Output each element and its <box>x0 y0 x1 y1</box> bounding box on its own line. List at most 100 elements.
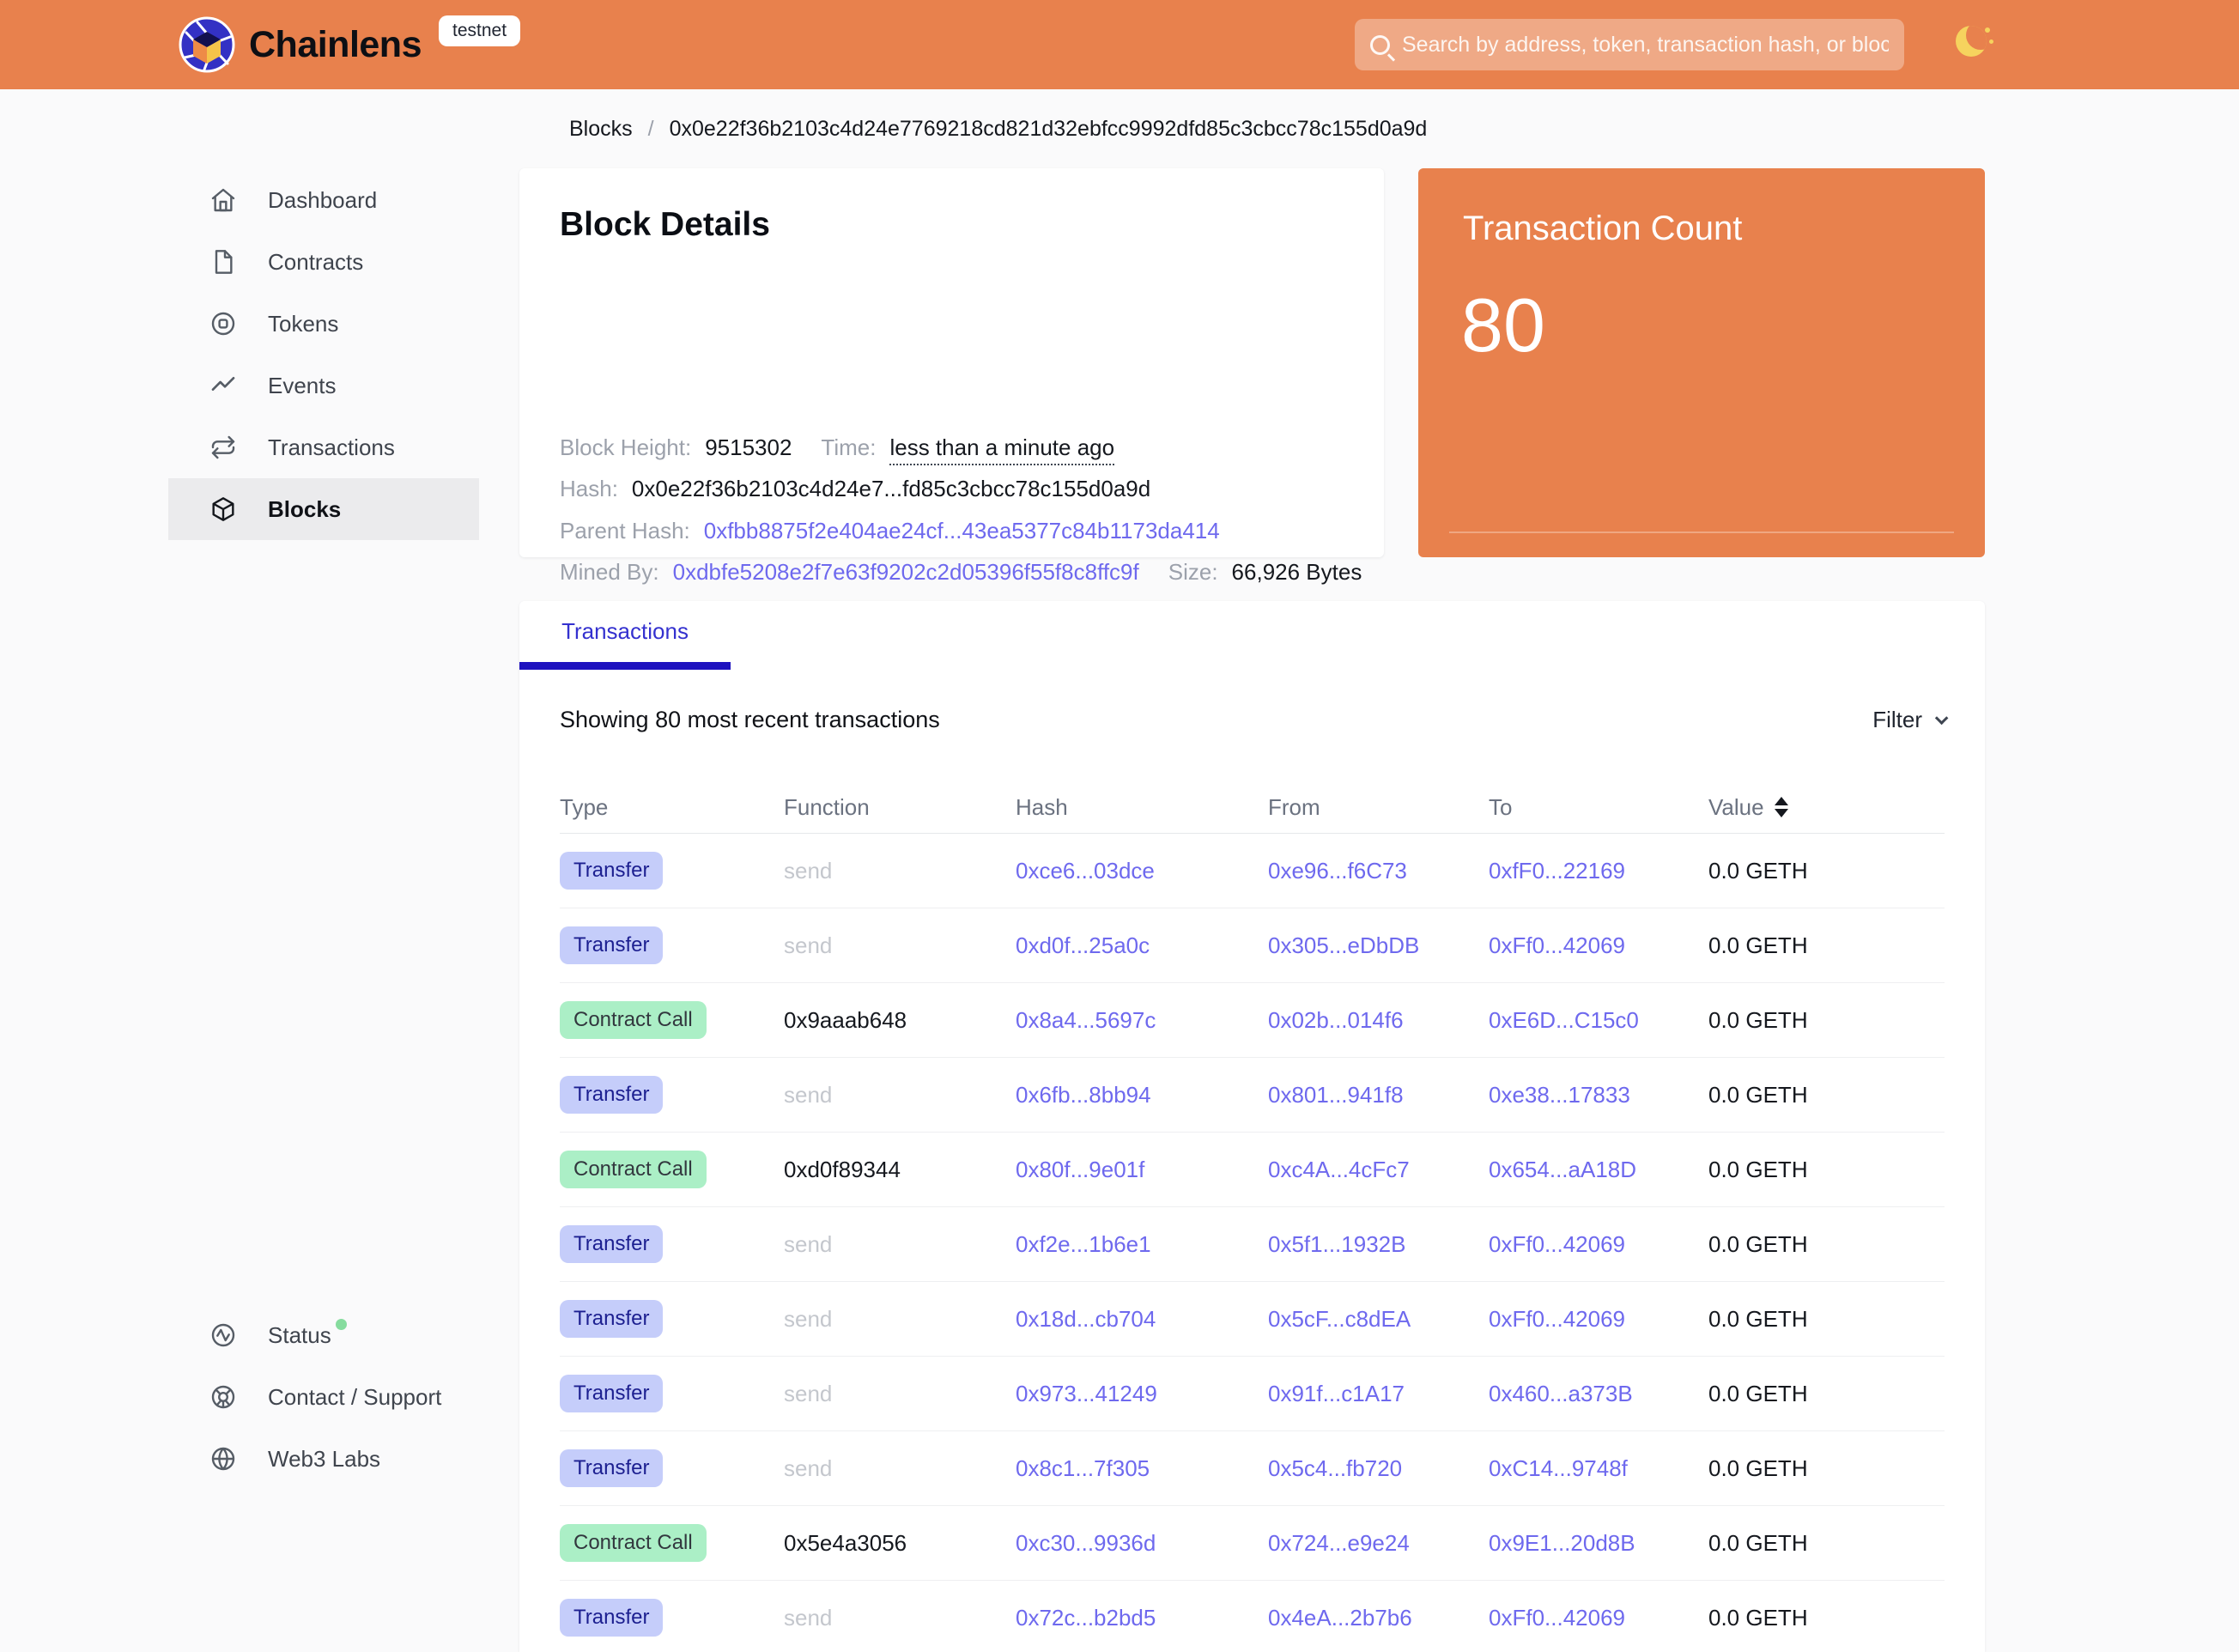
tx-hash-link[interactable]: 0x18d...cb704 <box>1016 1306 1268 1333</box>
tx-from-link[interactable]: 0x4eA...2b7b6 <box>1268 1605 1489 1631</box>
parent-hash-label: Parent Hash: <box>560 518 690 544</box>
tx-value: 0.0 GETH <box>1708 932 1945 959</box>
tx-to-link[interactable]: 0xFf0...42069 <box>1489 932 1708 959</box>
tx-hash-link[interactable]: 0xf2e...1b6e1 <box>1016 1231 1268 1258</box>
tx-function: send <box>784 1306 1016 1333</box>
tx-to-link[interactable]: 0xfF0...22169 <box>1489 858 1708 884</box>
tx-hash-link[interactable]: 0x8c1...7f305 <box>1016 1455 1268 1482</box>
tx-to-link[interactable]: 0x9E1...20d8B <box>1489 1530 1708 1557</box>
tx-hash-link[interactable]: 0xc30...9936d <box>1016 1530 1268 1557</box>
tx-hash-link[interactable]: 0x72c...b2bd5 <box>1016 1605 1268 1631</box>
tx-hash-link[interactable]: 0x973...41249 <box>1016 1381 1268 1407</box>
tx-type-badge: Transfer <box>560 1449 663 1487</box>
tx-from-link[interactable]: 0x801...941f8 <box>1268 1082 1489 1108</box>
tx-to-link[interactable]: 0x460...a373B <box>1489 1381 1708 1407</box>
tx-type-badge: Transfer <box>560 926 663 964</box>
tx-type-badge: Contract Call <box>560 1524 707 1562</box>
sidebar-item-contracts[interactable]: Contracts <box>168 231 479 293</box>
filter-button[interactable]: Filter <box>1872 707 1945 733</box>
tx-function: 0x5e4a3056 <box>784 1530 1016 1557</box>
home-icon <box>209 186 237 214</box>
global-search[interactable] <box>1355 19 1904 70</box>
transactions-table: Type Function Hash From To Value Transfe… <box>560 781 1945 1652</box>
sidebar-item-events[interactable]: Events <box>168 355 479 416</box>
tx-function: 0xd0f89344 <box>784 1157 1016 1183</box>
hash-label: Hash: <box>560 476 618 502</box>
mined-by-link[interactable]: 0xdbfe5208e2f7e63f9202c2d05396f55f8c8ffc… <box>673 559 1139 586</box>
moon-icon <box>1956 26 1987 57</box>
tx-hash-link[interactable]: 0x8a4...5697c <box>1016 1007 1268 1034</box>
search-input[interactable] <box>1402 33 1889 58</box>
tx-from-link[interactable]: 0x724...e9e24 <box>1268 1530 1489 1557</box>
tx-from-link[interactable]: 0xc4A...4cFc7 <box>1268 1157 1489 1183</box>
tx-hash-link[interactable]: 0x6fb...8bb94 <box>1016 1082 1268 1108</box>
network-badge: testnet <box>439 15 520 46</box>
sidebar-item-label: Events <box>268 373 337 399</box>
tx-value: 0.0 GETH <box>1708 1082 1945 1108</box>
tx-to-link[interactable]: 0x654...aA18D <box>1489 1157 1708 1183</box>
app-header: Chainlens testnet <box>0 0 2239 89</box>
tx-hash-link[interactable]: 0xd0f...25a0c <box>1016 932 1268 959</box>
tx-value: 0.0 GETH <box>1708 1455 1945 1482</box>
count-card-divider <box>1449 531 1954 533</box>
tx-from-link[interactable]: 0xe96...f6C73 <box>1268 858 1489 884</box>
sidebar-item-label: Contact / Support <box>268 1384 441 1411</box>
tx-type-badge: Contract Call <box>560 1001 707 1039</box>
tx-value: 0.0 GETH <box>1708 1381 1945 1407</box>
sidebar-item-status[interactable]: Status <box>168 1304 529 1366</box>
brand[interactable]: Chainlens testnet <box>179 16 520 73</box>
sidebar-item-dashboard[interactable]: Dashboard <box>168 169 479 231</box>
activity-icon <box>209 372 237 399</box>
sidebar-item-label: Status <box>268 1322 331 1349</box>
tx-to-link[interactable]: 0xFf0...42069 <box>1489 1231 1708 1258</box>
sidebar-item-contact-support[interactable]: Contact / Support <box>168 1366 529 1428</box>
brand-name: Chainlens <box>249 24 422 66</box>
tx-value: 0.0 GETH <box>1708 1306 1945 1333</box>
tx-value: 0.0 GETH <box>1708 1605 1945 1631</box>
sidebar-item-transactions[interactable]: Transactions <box>168 416 479 478</box>
sidebar-item-blocks[interactable]: Blocks <box>168 478 479 540</box>
tx-from-link[interactable]: 0x5f1...1932B <box>1268 1231 1489 1258</box>
tx-from-link[interactable]: 0x91f...c1A17 <box>1268 1381 1489 1407</box>
column-header-to: To <box>1489 794 1708 821</box>
tx-to-link[interactable]: 0xFf0...42069 <box>1489 1605 1708 1631</box>
tx-type-badge: Transfer <box>560 1300 663 1338</box>
column-header-type: Type <box>560 794 784 821</box>
tx-function: send <box>784 1082 1016 1108</box>
column-header-function: Function <box>784 794 1016 821</box>
tx-from-link[interactable]: 0x305...eDbDB <box>1268 932 1489 959</box>
sidebar-item-label: Transactions <box>268 434 395 461</box>
size-value: 66,926 Bytes <box>1232 559 1362 586</box>
filter-label: Filter <box>1872 707 1922 733</box>
sidebar-item-web3-labs[interactable]: Web3 Labs <box>168 1428 529 1490</box>
tx-hash-link[interactable]: 0xce6...03dce <box>1016 858 1268 884</box>
tx-from-link[interactable]: 0x5cF...c8dEA <box>1268 1306 1489 1333</box>
tx-type-badge: Transfer <box>560 852 663 890</box>
tx-hash-link[interactable]: 0x80f...9e01f <box>1016 1157 1268 1183</box>
pulse-icon <box>209 1321 237 1349</box>
sidebar-nav: DashboardContracts Tokens Events Transactio… <box>168 169 479 540</box>
tx-from-link[interactable]: 0x5c4...fb720 <box>1268 1455 1489 1482</box>
table-header-row: Type Function Hash From To Value <box>560 781 1945 834</box>
hash-value: 0x0e22f36b2103c4d24e7...fd85c3cbcc78c155… <box>632 476 1150 502</box>
repeat-icon <box>209 434 237 461</box>
parent-hash-link[interactable]: 0xfbb8875f2e404ae24cf...43ea5377c84b1173… <box>704 518 1220 544</box>
theme-toggle-button[interactable] <box>1956 26 1993 64</box>
transaction-count-title: Transaction Count <box>1463 210 1742 248</box>
breadcrumb-blocks-link[interactable]: Blocks <box>569 117 633 142</box>
sort-value-button[interactable] <box>1775 797 1788 817</box>
table-body: Transfersend0xce6...03dce0xe96...f6C730x… <box>560 834 1945 1652</box>
table-row: Transfersend0xd0f...25a0c0x305...eDbDB0x… <box>560 908 1945 983</box>
sidebar-item-label: Tokens <box>268 311 338 337</box>
tx-from-link[interactable]: 0x02b...014f6 <box>1268 1007 1489 1034</box>
tx-to-link[interactable]: 0xC14...9748f <box>1489 1455 1708 1482</box>
tx-to-link[interactable]: 0xFf0...42069 <box>1489 1306 1708 1333</box>
breadcrumb-current-hash: 0x0e22f36b2103c4d24e7769218cd821d32ebfcc… <box>670 117 1428 142</box>
tx-to-link[interactable]: 0xE6D...C15c0 <box>1489 1007 1708 1034</box>
column-header-from: From <box>1268 794 1489 821</box>
sidebar-item-tokens[interactable]: Tokens <box>168 293 479 355</box>
cube-icon <box>209 495 237 523</box>
tab-transactions[interactable]: Transactions <box>519 601 731 662</box>
tx-to-link[interactable]: 0xe38...17833 <box>1489 1082 1708 1108</box>
column-header-value: Value <box>1708 794 1945 821</box>
